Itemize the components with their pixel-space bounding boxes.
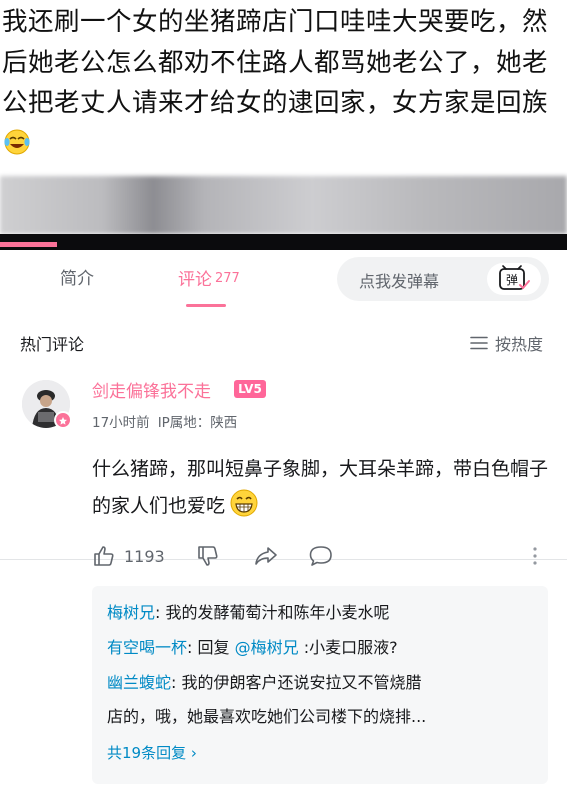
video-frame-blur: [0, 176, 567, 234]
comment-text: 什么猪蹄，那叫短鼻子象脚，大耳朵羊蹄，带白色帽子的家人们也爱吃: [92, 451, 552, 525]
share-button[interactable]: [253, 544, 279, 572]
comment-text-content: 什么猪蹄，那叫短鼻子象脚，大耳朵羊蹄，带白色帽子的家人们也爱吃: [92, 458, 549, 517]
reply-item[interactable]: 梅树兄: 我的发酵葡萄汁和陈年小麦水呢: [107, 596, 390, 630]
like-button[interactable]: 1193: [92, 544, 165, 568]
comment-location: IP属地：陕西: [157, 415, 238, 431]
danmaku-input[interactable]: 点我发弹幕 弹: [337, 257, 549, 301]
video-progress-fill: [0, 242, 57, 247]
reply-item[interactable]: 幽兰蝮蛇: 我的伊朗客户还说安拉又不管烧腊 店的，哦，她最喜欢吃她们公司楼下的烧…: [107, 666, 537, 734]
reply-username[interactable]: 梅树兄: [107, 603, 155, 622]
divider: [0, 559, 567, 560]
reply-username[interactable]: 有空喝一杯: [107, 638, 187, 657]
share-icon: [255, 547, 277, 565]
dislike-button[interactable]: [196, 544, 220, 572]
tab-comments-count: 277: [215, 271, 240, 286]
grinning-emoji-icon: [230, 489, 258, 517]
reply-text-continued: 店的，哦，她最喜欢吃她们公司楼下的烧排...: [107, 707, 427, 726]
tab-intro[interactable]: 简介: [60, 268, 94, 290]
reply-username[interactable]: 幽兰蝮蛇: [107, 673, 171, 692]
reply-text: : 我的伊朗客户还说安拉又不管烧腊: [171, 673, 422, 692]
danmaku-icon: 弹: [499, 265, 530, 290]
replies-box: 梅树兄: 我的发酵葡萄汁和陈年小麦水呢 有空喝一杯: 回复 @梅树兄 :小麦口服…: [92, 586, 548, 784]
comment-time: 17小时前: [92, 415, 150, 431]
comment-meta: 17小时前 IP属地：陕西: [92, 411, 237, 431]
danmaku-placeholder: 点我发弹幕: [359, 272, 440, 291]
reply-text-prefix: : 回复: [187, 638, 235, 657]
thumbs-down-icon: [198, 546, 218, 566]
tab-comments-label: 评论: [178, 270, 212, 290]
reply-item[interactable]: 有空喝一杯: 回复 @梅树兄 :小麦口服液?: [107, 631, 398, 665]
tab-intro-label: 简介: [60, 269, 94, 289]
like-count: 1193: [124, 546, 165, 566]
thumbs-up-icon: [94, 546, 114, 566]
level-badge: LV5: [234, 380, 266, 398]
active-tab-indicator: [186, 304, 226, 307]
reply-mention[interactable]: @梅树兄: [235, 638, 299, 657]
reply-button[interactable]: [308, 544, 334, 572]
video-caption: 我还刷一个女的坐猪蹄店门口哇哇大哭要吃，然后她老公怎么都劝不住路人都骂她老公了，…: [0, 0, 567, 164]
danmaku-toggle-button[interactable]: 弹: [487, 263, 541, 295]
danmaku-icon-glyph: 弹: [506, 273, 518, 287]
video-caption-text: 我还刷一个女的坐猪蹄店门口哇哇大哭要吃，然后她老公怎么都劝不住路人都骂她老公了，…: [2, 7, 549, 118]
sort-button[interactable]: 按热度: [470, 331, 543, 355]
hot-comments-title: 热门评论: [20, 335, 85, 354]
comment-username[interactable]: 剑走偏锋我不走: [92, 377, 211, 402]
comment-bubble-icon: [309, 546, 332, 566]
more-vertical-icon: [533, 547, 537, 565]
more-options-button[interactable]: [530, 544, 540, 572]
sort-icon: [470, 336, 488, 350]
sort-label: 按热度: [495, 335, 544, 354]
tab-comments[interactable]: 评论 277: [178, 268, 240, 291]
avatar-badge-icon: [54, 411, 72, 429]
reply-text: : 我的发酵葡萄汁和陈年小麦水呢: [155, 603, 390, 622]
reply-text: :小麦口服液?: [298, 638, 398, 657]
tab-bar: 简介 评论 277 点我发弹幕 弹: [0, 250, 567, 560]
see-all-replies-link[interactable]: 共19条回复 ›: [107, 741, 197, 765]
video-player[interactable]: 我还刷一个女的坐猪蹄店门口哇哇大哭要吃，然后她老公怎么都劝不住路人都骂她老公了，…: [0, 0, 567, 250]
video-progress-track[interactable]: [0, 234, 567, 250]
laughing-tears-emoji-icon: [4, 129, 30, 154]
